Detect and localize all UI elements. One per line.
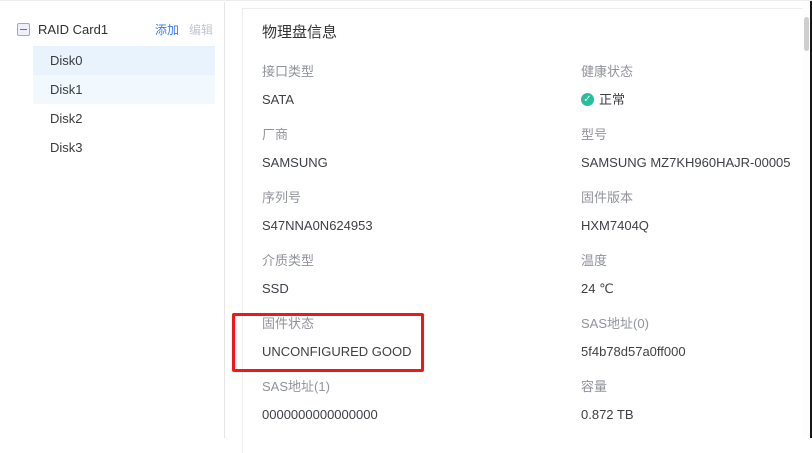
field-serial-number: 序列号 S47NNA0N624953	[262, 189, 581, 235]
field-label: SAS地址(1)	[262, 378, 581, 396]
sidebar-item-disk3[interactable]: Disk3	[33, 133, 215, 162]
add-link[interactable]: 添加	[155, 21, 179, 38]
field-label: 接口类型	[262, 63, 581, 81]
field-value: SAMSUNG	[262, 153, 581, 172]
collapse-icon[interactable]	[17, 23, 30, 36]
field-value: SATA	[262, 90, 581, 109]
physical-disk-info-card: 物理盘信息 接口类型 SATA 厂商 SAMSUNG 序列号 S47NNA0N6…	[242, 8, 809, 453]
field-label: 健康状态	[581, 63, 809, 81]
field-label: 型号	[581, 126, 809, 144]
field-column-right: 健康状态 正常 型号 SAMSUNG MZ7KH960HAJR-00005 固件…	[581, 63, 809, 441]
field-value: SAMSUNG MZ7KH960HAJR-00005	[581, 153, 809, 172]
field-label: SAS地址(0)	[581, 315, 809, 333]
sidebar-item-disk1[interactable]: Disk1	[33, 75, 215, 104]
field-value: 5f4b78d57a0ff000	[581, 342, 809, 361]
edit-link[interactable]: 编辑	[189, 21, 213, 38]
check-circle-icon	[581, 93, 594, 106]
field-value: 正常	[581, 90, 809, 109]
field-label: 介质类型	[262, 252, 581, 270]
field-value: 24 ℃	[581, 279, 809, 298]
field-value: UNCONFIGURED GOOD	[262, 342, 581, 361]
field-value: 0000000000000000	[262, 405, 581, 424]
scrollbar-thumb[interactable]	[804, 17, 809, 51]
field-temperature: 温度 24 ℃	[581, 252, 809, 298]
sidebar-item-disk0[interactable]: Disk0	[33, 46, 215, 75]
sidebar-item-disk2[interactable]: Disk2	[33, 104, 215, 133]
field-capacity: 容量 0.872 TB	[581, 378, 809, 424]
field-model: 型号 SAMSUNG MZ7KH960HAJR-00005	[581, 126, 809, 172]
field-health-status: 健康状态 正常	[581, 63, 809, 109]
field-column-left: 接口类型 SATA 厂商 SAMSUNG 序列号 S47NNA0N624953 …	[262, 63, 581, 441]
field-label: 厂商	[262, 126, 581, 144]
field-interface-type: 接口类型 SATA	[262, 63, 581, 109]
field-grid: 接口类型 SATA 厂商 SAMSUNG 序列号 S47NNA0N624953 …	[262, 63, 809, 441]
field-value: 0.872 TB	[581, 405, 809, 424]
disk-list: Disk0 Disk1 Disk2 Disk3	[0, 46, 224, 162]
field-label: 序列号	[262, 189, 581, 207]
scrollbar-track[interactable]	[803, 1, 810, 438]
field-sas-address-0: SAS地址(0) 5f4b78d57a0ff000	[581, 315, 809, 361]
field-label: 温度	[581, 252, 809, 270]
field-firmware-state: 固件状态 UNCONFIGURED GOOD	[262, 315, 581, 361]
field-label: 固件版本	[581, 189, 809, 207]
field-value: HXM7404Q	[581, 216, 809, 235]
raid-card-label: RAID Card1	[38, 22, 108, 37]
field-label: 容量	[581, 378, 809, 396]
field-firmware-version: 固件版本 HXM7404Q	[581, 189, 809, 235]
field-value: S47NNA0N624953	[262, 216, 581, 235]
raid-card-tree-node[interactable]: RAID Card1 添加 编辑	[0, 15, 224, 43]
field-media-type: 介质类型 SSD	[262, 252, 581, 298]
field-label: 固件状态	[262, 315, 581, 333]
page-title: 物理盘信息	[262, 23, 809, 43]
field-sas-address-1: SAS地址(1) 0000000000000000	[262, 378, 581, 424]
disk-tree-sidebar: RAID Card1 添加 编辑 Disk0 Disk1 Disk2 Disk3	[0, 2, 225, 438]
field-vendor: 厂商 SAMSUNG	[262, 126, 581, 172]
health-status-text: 正常	[599, 90, 625, 109]
field-value: SSD	[262, 279, 581, 298]
